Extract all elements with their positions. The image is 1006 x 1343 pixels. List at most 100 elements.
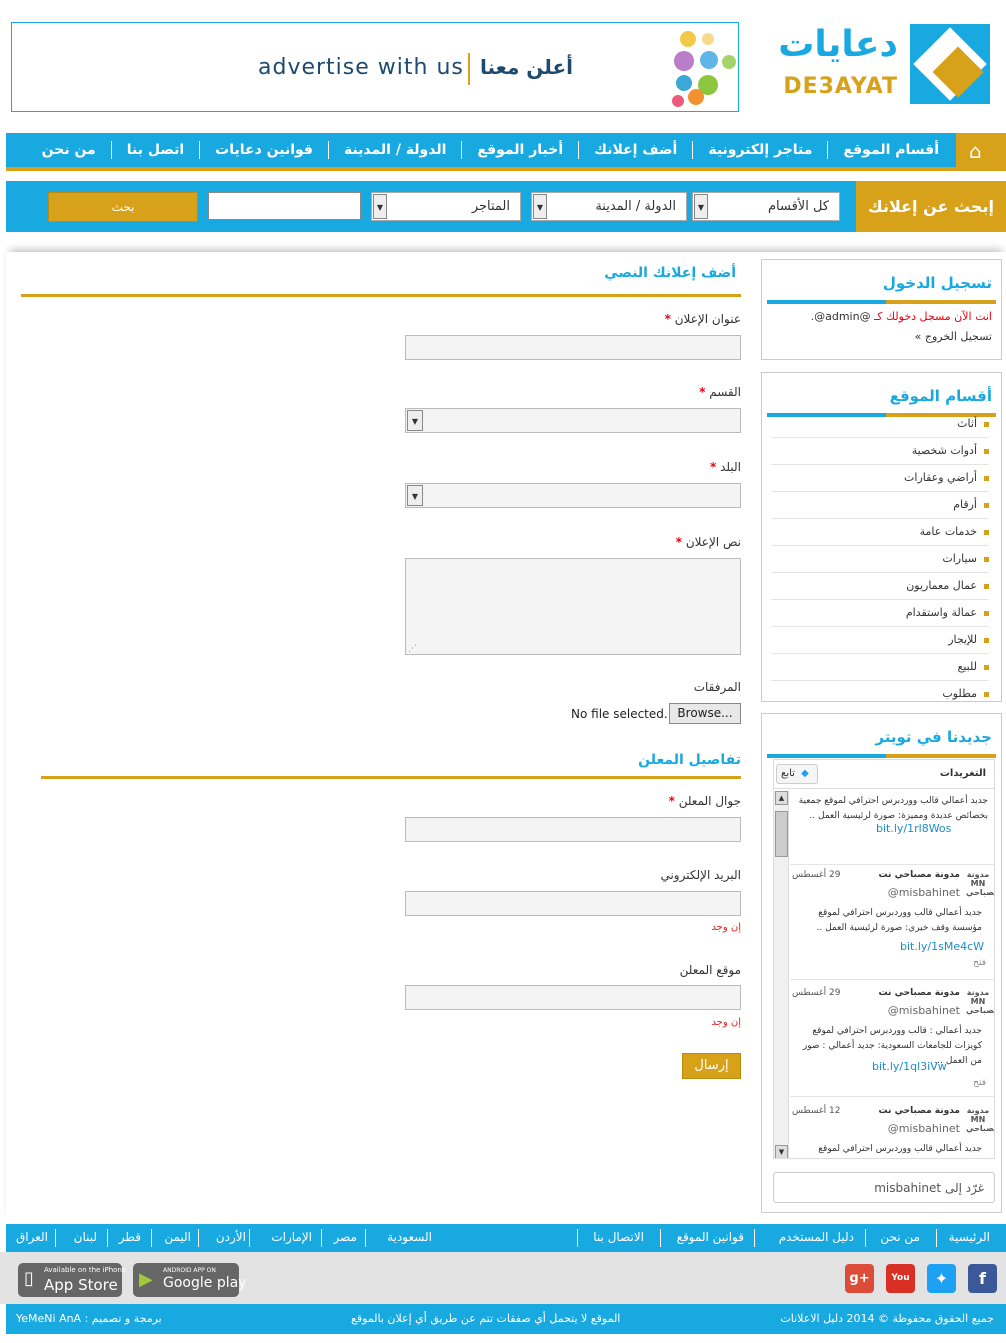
footer-country-saudi[interactable]: السعودية [387,1230,432,1244]
footer-country-jordan[interactable]: الأردن [216,1230,246,1244]
google-play-badge[interactable]: ▶ ANDROID APP ON Google play [133,1263,246,1297]
nav-item-rules[interactable]: قوانين دعايات [199,141,328,159]
search-button[interactable]: بحث [48,192,198,222]
advertise-banner[interactable]: advertise with us أعلن معنا [11,22,739,112]
divider [754,1229,755,1247]
footer-country-iraq[interactable]: العراق [16,1230,48,1244]
sidebar-item-personal-tools[interactable]: أدوات شخصية [771,438,989,465]
tweet-link[interactable]: bit.ly/1rl8Wos [876,822,951,835]
footer-link-rules[interactable]: قوانين الموقع [677,1230,744,1244]
home-button[interactable]: ⌂ [956,133,1006,167]
category-dropdown[interactable]: ▼ [405,408,741,433]
mobile-input[interactable] [405,817,741,842]
avatar[interactable]: مدونة MN مصباحي [966,988,994,1018]
category-select[interactable]: كل الأقسام ▼ [692,192,840,221]
google-plus-icon[interactable]: g+ [845,1264,874,1293]
website-input[interactable] [405,985,741,1010]
tweet-link[interactable]: bit.ly/1ql3iVw [872,1060,947,1073]
sidebar-item-for-sale[interactable]: للبيع [771,654,989,681]
divider [790,1096,994,1097]
sidebar-item-wanted[interactable]: مطلوب [771,681,989,708]
sidebar-item-furniture[interactable]: أثاث [771,411,989,438]
email-input[interactable] [405,891,741,916]
sidebar-item-cars[interactable]: سيارات [771,546,989,573]
copyright-text: جميع الحقوق محفوظة © 2014 دليل الاعلانات [780,1312,994,1325]
sidebar-item-label: أراضي وعقارات [904,471,977,484]
credit-text[interactable]: برمجة و تصميم : YeMeNi AnA [16,1312,162,1325]
tweet-author: مدونة مصباحي نت [878,1106,960,1116]
scroll-thumb[interactable] [775,811,788,857]
app-store-big-text: App Store [44,1276,118,1294]
stores-select[interactable]: المتاجر ▼ [371,192,521,221]
follow-button[interactable]: تابع ◆ [776,764,818,784]
browse-button[interactable]: Browse... [669,703,741,724]
footer-country-egypt[interactable]: مصر [334,1230,357,1244]
country-dropdown[interactable]: ▼ [405,483,741,508]
app-store-badge[interactable]: ▯ Available on the iPhone App Store [18,1263,126,1297]
advertiser-details-title: تفاصيل المعلن [638,752,741,768]
facebook-icon[interactable]: f [968,1264,997,1293]
search-input[interactable] [208,192,361,220]
site-logo[interactable]: دعايات DE3AYAT [778,24,990,104]
sidebar-item-numbers[interactable]: أرقام [771,492,989,519]
sidebar-item-label: أدوات شخصية [911,444,977,457]
ad-title-input[interactable] [405,335,741,360]
scroll-up-icon[interactable]: ▲ [775,791,788,805]
footer-link-contact[interactable]: الاتصال بنا [593,1230,644,1244]
tweet-open-link[interactable]: فتح [973,1078,986,1088]
logout-link[interactable]: تسجيل الخروج » [915,330,992,343]
tweet-link[interactable]: bit.ly/1sMe4cW [900,940,984,953]
timeline-scrollbar[interactable]: ▲ ▼ [774,791,789,1158]
footer-links-bar: الرئيسية من نحن دليل المستخدم قوانين الم… [6,1224,1006,1252]
submit-button[interactable]: إرسال [682,1053,741,1079]
banner-dot [672,95,684,107]
country-select[interactable]: الدولة / المدينة ▼ [531,192,687,221]
chevron-down-icon: ▼ [533,194,547,219]
nav-item-contact[interactable]: اتصل بنا [110,141,199,159]
nav-item-stores[interactable]: متاجر إلكترونية [692,141,827,159]
footer-country-lebanon[interactable]: لبنان [74,1230,97,1244]
banner-dot [674,51,694,71]
footer-country-yemen[interactable]: اليمن [164,1230,191,1244]
required-mark: * [675,535,682,549]
sidebar-item-labor-recruitment[interactable]: عمالة واستقدام [771,600,989,627]
sidebar-item-real-estate[interactable]: أراضي وعقارات [771,465,989,492]
footer-country-qatar[interactable]: قطر [119,1230,141,1244]
bullet-icon [984,556,989,562]
banner-dot [702,33,714,45]
avatar[interactable]: مدونة MN مصباحي [966,1106,994,1136]
nav-item-news[interactable]: أخبار الموقع [461,141,578,159]
footer-link-home[interactable]: الرئيسية [949,1230,990,1244]
sidebar-item-for-rent[interactable]: للإيجار [771,627,989,654]
ad-text-textarea[interactable]: ⋰ [405,558,741,655]
main-content: تسجيل الدخول انت الآن مسجل دخولك كـ @adm… [6,252,1006,1224]
stores-select-value: المتاجر [471,199,510,214]
sidebar-item-general-services[interactable]: خدمات عامة [771,519,989,546]
banner-dot [722,55,736,69]
youtube-icon[interactable]: You [886,1264,915,1293]
nav-item-about[interactable]: من نحن [27,141,111,159]
nav-item-sections[interactable]: أقسام الموقع [827,141,954,159]
logo-mark [910,24,990,104]
email-label: البريد الإلكتروني [660,868,741,882]
tweet-reply-input[interactable]: غرّد إلى misbahinet [773,1172,995,1203]
nav-item-country-city[interactable]: الدولة / المدينة [327,141,461,159]
footer-link-user-guide[interactable]: دليل المستخدم [779,1230,854,1244]
divider [577,1229,578,1247]
sidebar-item-construction-workers[interactable]: عمال معماريون [771,573,989,600]
twitter-icon[interactable]: ✦ [927,1264,956,1293]
ad-title-label-text: عنوان الإعلان [674,312,741,326]
twitter-timeline[interactable]: التغريدات تابع ◆ ▲ ▼ جديد أعمالي قالب وو… [773,759,995,1159]
divider [774,788,994,789]
nav-item-add-ad[interactable]: أضف إعلانك [578,141,692,159]
twitter-box: جديدنا في تويتر التغريدات تابع ◆ ▲ ▼ جدي… [761,713,1002,1213]
tweet-open-link[interactable]: فتح [973,958,986,968]
chevron-down-icon: ▼ [373,194,387,219]
footer-country-uae[interactable]: الإمارات [271,1230,312,1244]
login-status-text: انت الآن مسجل دخولك كـ [874,310,992,323]
avatar[interactable]: مدونة MN مصباحي [966,870,994,900]
footer-link-about[interactable]: من نحن [880,1230,920,1244]
required-mark: * [710,460,717,474]
resize-handle-icon[interactable]: ⋰ [408,644,417,654]
scroll-down-icon[interactable]: ▼ [775,1145,788,1158]
